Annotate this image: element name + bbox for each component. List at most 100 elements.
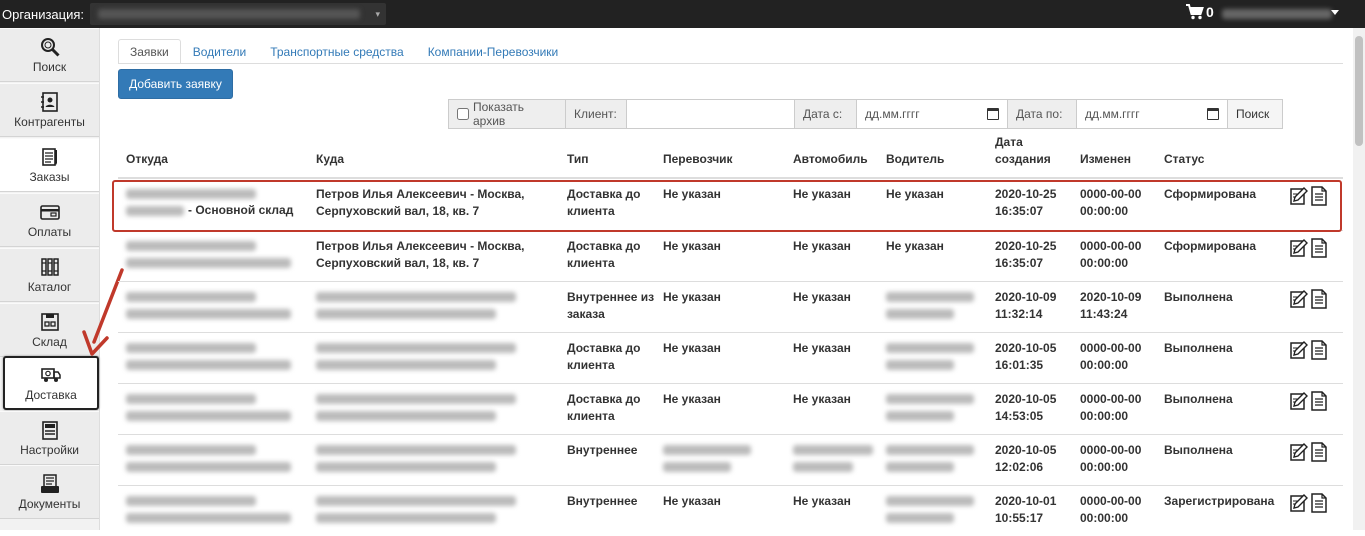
search-button[interactable]: Поиск (1227, 99, 1283, 129)
row-actions (1290, 289, 1328, 309)
redacted-text (126, 205, 184, 216)
document-icon[interactable] (1310, 289, 1328, 309)
scrollbar[interactable] (1353, 28, 1365, 530)
cell-from (126, 340, 304, 377)
organization-select[interactable]: ▾ (90, 3, 387, 25)
table-row[interactable]: Внутреннее из заказа Не указан Не указан 20… (118, 281, 1343, 332)
header-type: Тип (567, 152, 589, 166)
document-icon[interactable] (1310, 238, 1328, 258)
caret-down-icon[interactable] (1331, 10, 1339, 15)
sidebar-item-settings[interactable]: Настройки (0, 411, 99, 465)
header-from: Откуда (126, 152, 168, 166)
cell-to (316, 391, 556, 428)
cell-from (126, 391, 304, 428)
cell-carrier (663, 442, 783, 479)
document-icon[interactable] (1310, 340, 1328, 360)
cell-changed: 0000-00-00 00:00:00 (1080, 392, 1142, 423)
date-from-label: Дата с: (794, 99, 857, 129)
sidebar-item-orders[interactable]: Заказы (0, 138, 99, 192)
edit-icon[interactable] (1290, 340, 1308, 360)
table-row[interactable]: Доставка до клиента Не указан Не указан 202… (118, 383, 1343, 434)
contacts-icon (40, 91, 58, 112)
row-actions (1290, 186, 1328, 206)
redacted-text (886, 496, 974, 506)
date-to-input[interactable]: дд.мм.гггг (1076, 99, 1228, 129)
table-row[interactable]: Внутреннее 2020-10-05 12:02:06 0000-00-00 … (118, 434, 1343, 485)
header-driver: Водитель (886, 152, 945, 166)
cell-carrier: Не указан (663, 341, 721, 355)
user-name-redacted (1222, 9, 1332, 19)
date-from-input[interactable]: дд.мм.гггг (856, 99, 1008, 129)
documents-icon (40, 473, 59, 493)
edit-icon[interactable] (1290, 238, 1308, 258)
cell-created: 2020-10-01 10:55:17 (995, 494, 1057, 525)
calendar-icon[interactable] (1207, 108, 1219, 120)
redacted-text (886, 394, 974, 404)
add-request-button[interactable]: Добавить заявку (118, 69, 233, 99)
redacted-text (886, 411, 954, 421)
cart-button[interactable]: 0 (1186, 4, 1214, 20)
sidebar-item-delivery[interactable]: Доставка (3, 356, 99, 410)
cell-carrier: Не указан (663, 239, 721, 253)
document-icon[interactable] (1310, 493, 1328, 513)
edit-icon[interactable] (1290, 289, 1308, 309)
sidebar-item-search[interactable]: Поиск (0, 28, 99, 82)
tabs-divider (118, 63, 1343, 64)
cell-type: Доставка до клиента (567, 341, 641, 372)
cell-driver: Не указан (886, 187, 944, 201)
sidebar-item-payments[interactable]: Оплаты (0, 193, 99, 247)
scrollbar-thumb[interactable] (1355, 36, 1363, 146)
edit-icon[interactable] (1290, 391, 1308, 411)
archive-toggle[interactable]: Показать архив (448, 99, 566, 129)
table-row[interactable]: - Основной склад Петров Илья Алексеевич -… (118, 179, 1343, 230)
tab-requests[interactable]: Заявки (118, 39, 181, 64)
tab-vehicles[interactable]: Транспортные средства (258, 39, 415, 64)
cell-car: Не указан (793, 341, 851, 355)
archive-checkbox[interactable] (457, 108, 469, 120)
calendar-icon[interactable] (987, 108, 999, 120)
tab-drivers[interactable]: Водители (181, 39, 258, 64)
row-actions (1290, 493, 1328, 513)
edit-icon[interactable] (1290, 493, 1308, 513)
redacted-text (886, 513, 954, 523)
client-input[interactable] (626, 99, 795, 129)
cell-from (126, 442, 304, 479)
cell-type: Доставка до клиента (567, 187, 641, 218)
cell-driver (886, 391, 986, 428)
header-changed: Изменен (1080, 152, 1132, 166)
user-menu[interactable] (1222, 6, 1332, 22)
redacted-text (316, 360, 496, 370)
cell-type: Доставка до клиента (567, 392, 641, 423)
cell-car: Не указан (793, 239, 851, 253)
sidebar-item-label: Поиск (32, 59, 67, 74)
redacted-text (793, 445, 873, 455)
cell-to: Петров Илья Алексеевич - Москва, Серпухо… (316, 187, 525, 218)
date-from-placeholder: дд.мм.гггг (865, 107, 920, 121)
table-row[interactable]: Доставка до клиента Не указан Не указан 202… (118, 332, 1343, 383)
cell-status: Сформирована (1164, 239, 1257, 253)
cell-carrier: Не указан (663, 494, 721, 508)
redacted-text (126, 292, 256, 302)
cell-changed: 0000-00-00 00:00:00 (1080, 187, 1142, 218)
settings-icon (41, 420, 58, 440)
table-row[interactable]: Внутреннее Не указан Не указан 2020-10-01 1… (118, 485, 1343, 536)
cell-created: 2020-10-25 16:35:07 (995, 187, 1057, 218)
document-icon[interactable] (1310, 391, 1328, 411)
document-icon[interactable] (1310, 186, 1328, 206)
cell-car: Не указан (793, 392, 851, 406)
sidebar-item-label: Каталог (27, 279, 72, 294)
redacted-text (316, 496, 516, 506)
sidebar-item-documents[interactable]: Документы (0, 465, 99, 519)
edit-icon[interactable] (1290, 186, 1308, 206)
cell-driver (886, 340, 986, 377)
tab-carrier-companies[interactable]: Компании-Перевозчики (416, 39, 571, 64)
cell-from: - Основной склад (126, 186, 304, 219)
cell-driver: Не указан (886, 239, 944, 253)
sidebar-item-contractors[interactable]: Контрагенты (0, 83, 99, 137)
header-status: Статус (1164, 152, 1205, 166)
edit-icon[interactable] (1290, 442, 1308, 462)
document-icon[interactable] (1310, 442, 1328, 462)
redacted-text (126, 258, 291, 268)
client-label: Клиент: (565, 99, 627, 129)
table-row[interactable]: Петров Илья Алексеевич - Москва, Серпухо… (118, 230, 1343, 281)
